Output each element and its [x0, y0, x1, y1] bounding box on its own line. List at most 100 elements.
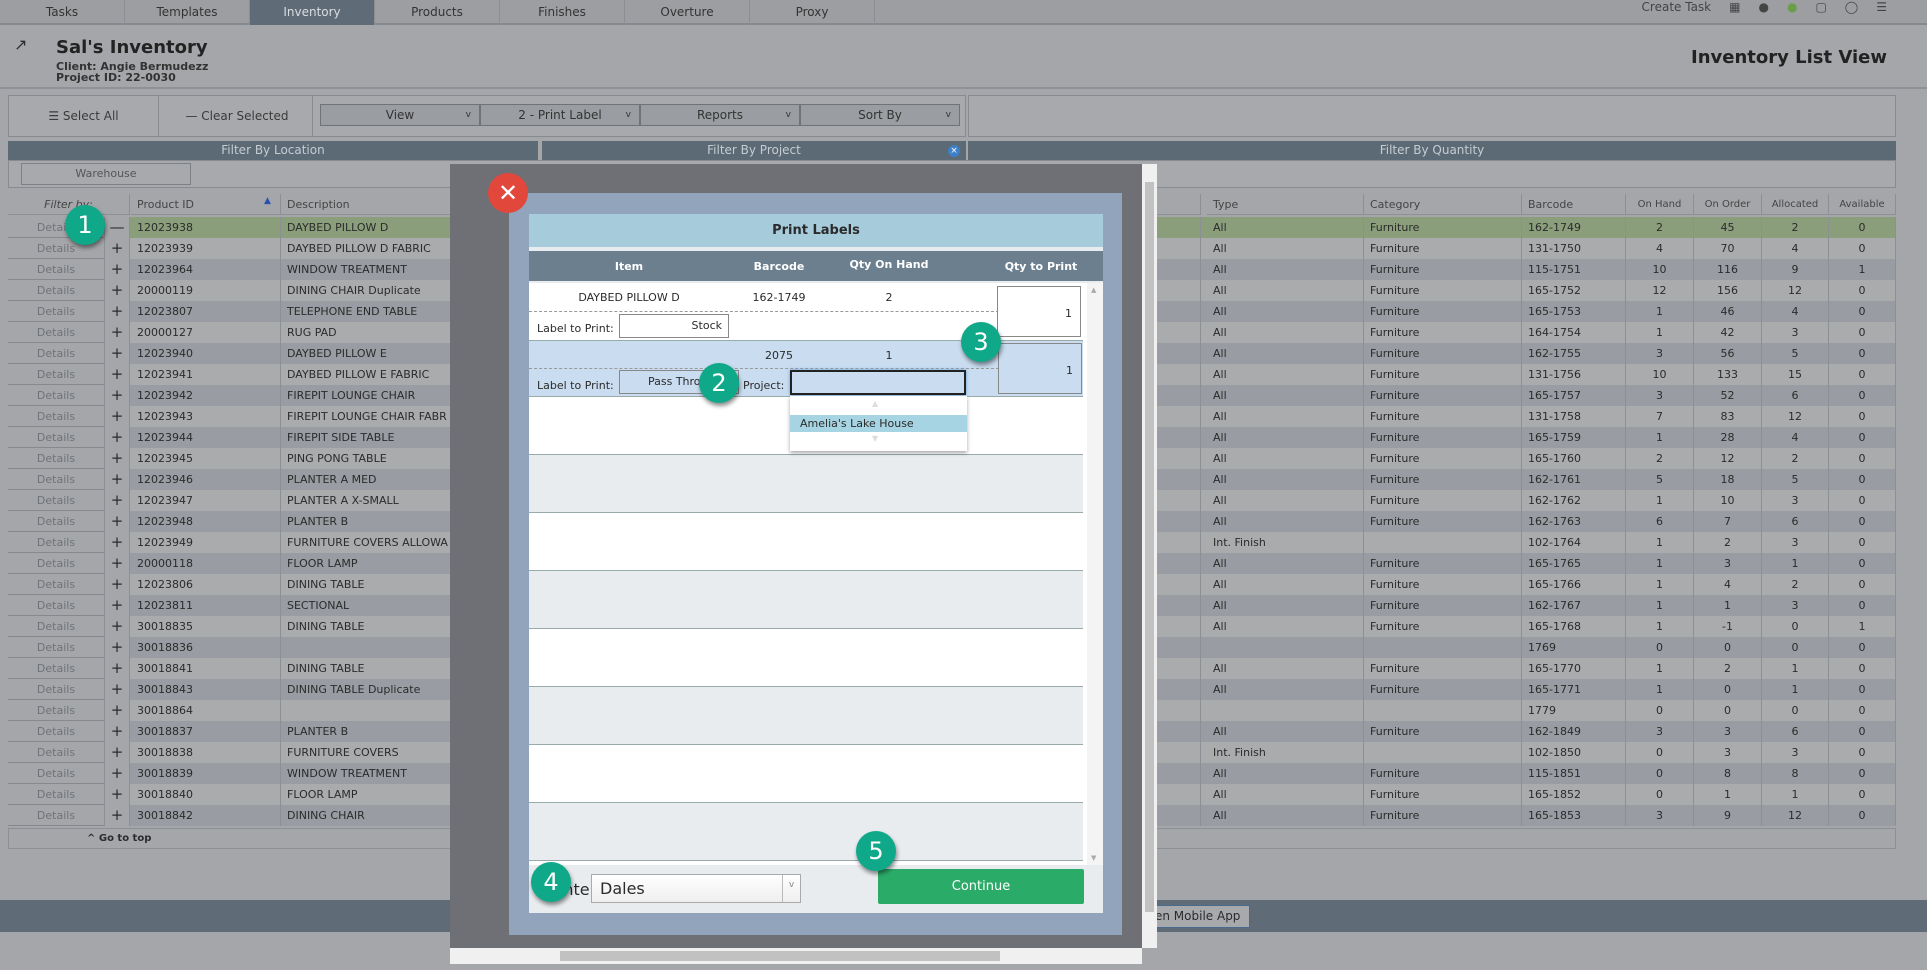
clear-selected-button[interactable]: — Clear Selected — [159, 96, 315, 136]
expand-icon[interactable]: + — [105, 721, 130, 742]
label-to-print-select[interactable]: Stock — [619, 314, 729, 338]
details-button[interactable]: Details — [8, 574, 105, 595]
tab-finishes[interactable]: Finishes — [500, 0, 625, 25]
modal-horizontal-scrollbar[interactable] — [450, 948, 1142, 964]
select-all-button[interactable]: ☰ Select All — [9, 96, 159, 136]
expand-icon[interactable]: + — [105, 280, 130, 301]
expand-icon[interactable]: + — [105, 532, 130, 553]
calendar-icon[interactable]: ▦ — [1729, 0, 1740, 14]
tab-tasks[interactable]: Tasks — [0, 0, 125, 25]
tab-proxy[interactable]: Proxy — [750, 0, 875, 25]
external-link-icon[interactable]: ↗ — [14, 35, 27, 54]
expand-icon[interactable]: + — [105, 595, 130, 616]
tab-overture[interactable]: Overture — [625, 0, 750, 25]
expand-icon[interactable]: + — [105, 658, 130, 679]
filter-project-header[interactable]: Filter By Project — [542, 141, 966, 160]
project-option[interactable]: Amelia's Lake House — [790, 415, 967, 432]
expand-icon[interactable]: + — [105, 322, 130, 343]
details-button[interactable]: Details — [8, 595, 105, 616]
details-button[interactable]: Details — [8, 637, 105, 658]
collapse-icon[interactable]: — — [105, 217, 130, 238]
project-input[interactable] — [790, 370, 966, 395]
expand-icon[interactable]: + — [105, 385, 130, 406]
expand-icon[interactable]: + — [105, 553, 130, 574]
qty-to-print-input[interactable]: 1 — [997, 286, 1081, 337]
column-header-category[interactable]: Category — [1364, 194, 1522, 215]
view-dropdown[interactable]: View v — [320, 104, 480, 126]
details-button[interactable]: Details — [8, 763, 105, 784]
sort-asc-icon[interactable]: ▲ — [264, 196, 271, 206]
column-header-barcode[interactable]: Barcode — [1522, 194, 1626, 215]
details-button[interactable]: Details — [8, 301, 105, 322]
reports-dropdown[interactable]: Reports v — [640, 104, 800, 126]
details-button[interactable]: Details — [8, 511, 105, 532]
tab-inventory[interactable]: Inventory — [250, 0, 375, 25]
create-task-link[interactable]: Create Task — [1642, 0, 1712, 14]
qty-to-print-input[interactable]: 1 — [998, 343, 1082, 394]
column-header-on-order[interactable]: On Order — [1694, 194, 1762, 215]
details-button[interactable]: Details — [8, 784, 105, 805]
modal-vertical-scrollbar[interactable] — [1142, 164, 1157, 948]
details-button[interactable]: Details — [8, 700, 105, 721]
document-icon[interactable]: ▢ — [1815, 0, 1826, 14]
printer-select[interactable]: Dales v — [591, 874, 801, 903]
details-button[interactable]: Details — [8, 658, 105, 679]
details-button[interactable]: Details — [8, 532, 105, 553]
details-button[interactable]: Details — [8, 490, 105, 511]
scroll-up-icon[interactable]: ▲ — [872, 399, 878, 408]
details-button[interactable]: Details — [8, 406, 105, 427]
open-mobile-app-button[interactable]: en Mobile App — [1150, 905, 1250, 928]
expand-icon[interactable]: + — [105, 700, 130, 721]
details-button[interactable]: Details — [8, 364, 105, 385]
details-button[interactable]: Details — [8, 427, 105, 448]
details-button[interactable]: Details — [8, 679, 105, 700]
details-button[interactable]: Details — [8, 280, 105, 301]
expand-icon[interactable]: + — [105, 742, 130, 763]
continue-button[interactable]: Continue — [878, 869, 1084, 904]
user-icon[interactable]: ◯ — [1845, 0, 1858, 14]
expand-icon[interactable]: + — [105, 427, 130, 448]
expand-icon[interactable]: + — [105, 364, 130, 385]
close-icon[interactable]: ✕ — [488, 173, 528, 213]
details-button[interactable]: Details — [8, 721, 105, 742]
expand-icon[interactable]: + — [105, 616, 130, 637]
expand-icon[interactable]: + — [105, 469, 130, 490]
expand-icon[interactable]: + — [105, 511, 130, 532]
expand-icon[interactable]: + — [105, 490, 130, 511]
details-button[interactable]: Details — [8, 448, 105, 469]
expand-icon[interactable]: + — [105, 343, 130, 364]
rows-scrollbar[interactable]: ▲ ▼ — [1087, 283, 1103, 865]
scroll-down-icon[interactable]: ▼ — [872, 434, 878, 443]
filter-location-header[interactable]: Filter By Location — [8, 141, 538, 160]
menu-icon[interactable]: ☰ — [1876, 0, 1887, 14]
expand-icon[interactable]: + — [105, 763, 130, 784]
details-button[interactable]: Details — [8, 469, 105, 490]
details-button[interactable]: Details — [8, 742, 105, 763]
warehouse-filter-button[interactable]: Warehouse — [21, 163, 191, 185]
expand-icon[interactable]: + — [105, 805, 130, 826]
expand-icon[interactable]: + — [105, 238, 130, 259]
expand-icon[interactable]: + — [105, 406, 130, 427]
print-label-dropdown[interactable]: 2 - Print Label v — [480, 104, 640, 126]
expand-icon[interactable]: + — [105, 679, 130, 700]
tab-templates[interactable]: Templates — [125, 0, 250, 25]
details-button[interactable]: Details — [8, 805, 105, 826]
expand-icon[interactable]: + — [105, 301, 130, 322]
clear-filter-icon[interactable]: × — [948, 145, 960, 157]
column-header-product-id[interactable]: Product ID — [131, 194, 281, 215]
details-button[interactable]: Details — [8, 553, 105, 574]
expand-icon[interactable]: + — [105, 448, 130, 469]
details-button[interactable]: Details — [8, 616, 105, 637]
chat-icon[interactable]: ● — [1758, 0, 1768, 14]
filter-quantity-header[interactable]: Filter By Quantity — [968, 141, 1896, 160]
expand-icon[interactable]: + — [105, 784, 130, 805]
details-button[interactable]: Details — [8, 343, 105, 364]
expand-icon[interactable]: + — [105, 637, 130, 658]
column-header-type[interactable]: Type — [1207, 194, 1364, 215]
app-icon[interactable]: ● — [1787, 0, 1797, 14]
sort-by-dropdown[interactable]: Sort By v — [800, 104, 960, 126]
expand-icon[interactable]: + — [105, 574, 130, 595]
column-header-on-hand[interactable]: On Hand — [1626, 194, 1694, 215]
tab-products[interactable]: Products — [375, 0, 500, 25]
details-button[interactable]: Details — [8, 322, 105, 343]
